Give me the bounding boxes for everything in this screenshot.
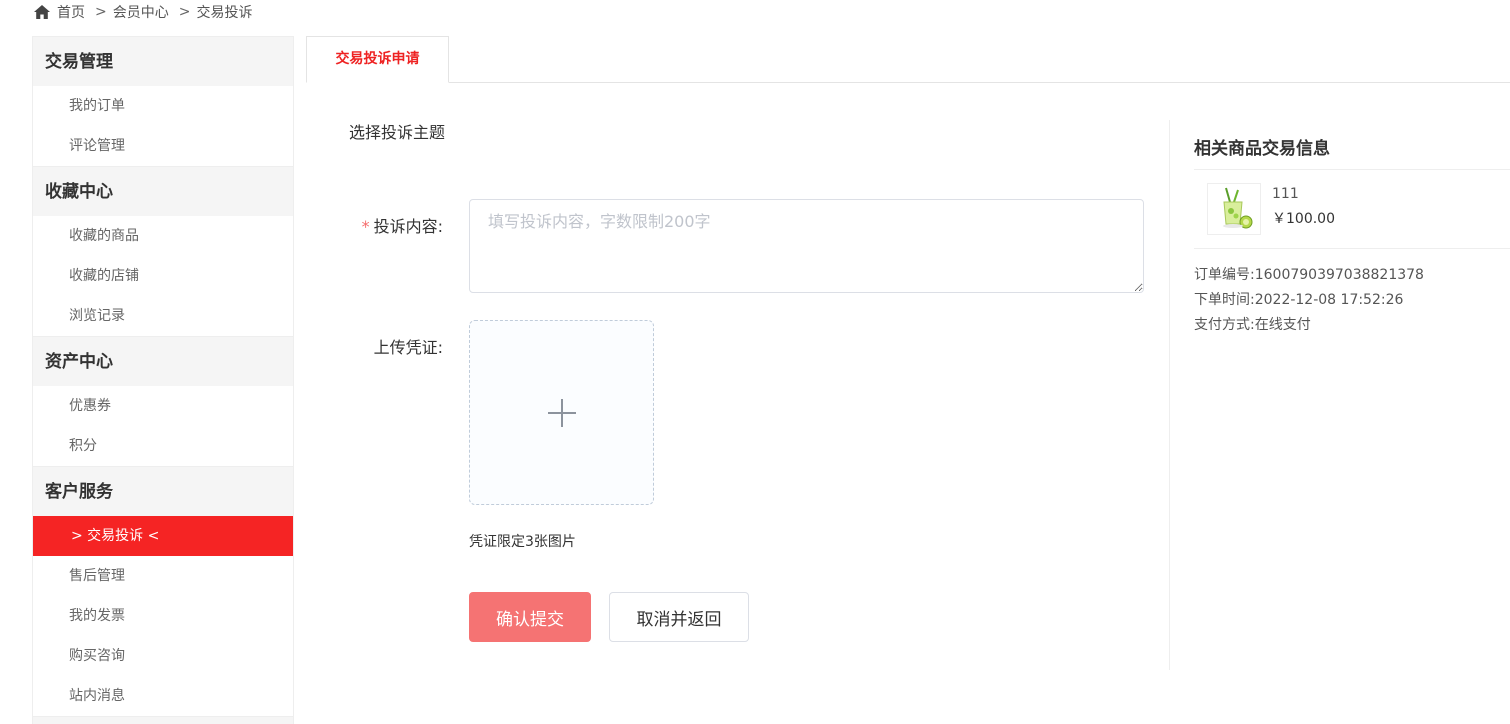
sidebar-group-title: 客户服务	[33, 466, 293, 516]
payment-method-label: 支付方式:	[1194, 317, 1255, 333]
sidebar-group-title: 资产中心	[33, 336, 293, 386]
sidebar-group-title: 收藏中心	[33, 166, 293, 216]
cancel-button[interactable]: 取消并返回	[609, 592, 749, 642]
breadcrumb-member-link[interactable]: 会员中心	[113, 2, 169, 22]
sidebar-item-review-management[interactable]: 评论管理	[33, 126, 293, 166]
breadcrumb-separator: >	[178, 4, 191, 20]
content-label: * 投诉内容:	[323, 213, 443, 237]
sidebar-item-favorite-goods[interactable]: 收藏的商品	[33, 216, 293, 256]
sidebar-item-my-invoices[interactable]: 我的发票	[33, 596, 293, 636]
submit-button[interactable]: 确认提交	[469, 592, 591, 642]
sidebar-item-points[interactable]: 积分	[33, 426, 293, 466]
tab-complaint-application[interactable]: 交易投诉申请	[306, 36, 449, 83]
upload-label: 上传凭证:	[373, 338, 443, 357]
sidebar-item-purchase-inquiry[interactable]: 购买咨询	[33, 636, 293, 676]
upload-evidence-button[interactable]	[469, 320, 654, 505]
divider	[1194, 169, 1510, 170]
sidebar-item-browse-history[interactable]: 浏览记录	[33, 296, 293, 336]
sidebar-item-coupons[interactable]: 优惠券	[33, 386, 293, 426]
home-icon[interactable]	[33, 4, 51, 20]
drink-image-icon	[1208, 184, 1260, 234]
goods-image[interactable]	[1207, 183, 1261, 235]
divider	[1194, 248, 1510, 249]
payment-method-row: 支付方式:在线支付	[1194, 314, 1311, 334]
complaint-topic-title[interactable]: 选择投诉主题	[349, 119, 445, 143]
plus-icon	[547, 398, 576, 427]
breadcrumb-current: 交易投诉	[196, 5, 253, 21]
breadcrumb-home-link[interactable]: 首页	[57, 2, 85, 22]
order-number-row: 订单编号:1600790397038821378	[1194, 264, 1424, 284]
goods-name[interactable]: 111	[1272, 186, 1299, 202]
sidebar-group-title: 交易管理	[33, 36, 293, 86]
order-info-panel: 相关商品交易信息 111 ￥100.00 订单编号:16007903970388…	[1169, 120, 1510, 670]
upload-tip: 凭证限定3张图片	[469, 534, 576, 550]
payment-method-value: 在线支付	[1254, 317, 1311, 333]
required-mark: *	[361, 217, 370, 236]
tab-bar: 交易投诉申请	[306, 36, 1510, 83]
sidebar-item-after-sales[interactable]: 售后管理	[33, 556, 293, 596]
order-info-title: 相关商品交易信息	[1194, 139, 1330, 159]
sidebar-group-title-partial	[33, 716, 293, 724]
complaint-content-input[interactable]	[469, 199, 1144, 293]
sidebar-item-my-orders[interactable]: 我的订单	[33, 86, 293, 126]
breadcrumb-separator: >	[95, 4, 107, 20]
goods-price: ￥100.00	[1272, 211, 1335, 227]
sidebar-item-site-messages[interactable]: 站内消息	[33, 676, 293, 716]
breadcrumb: 首页 > 会员中心 > 交易投诉	[33, 0, 252, 24]
order-number-value: 1600790397038821378	[1254, 267, 1424, 283]
sidebar: 交易管理 我的订单 评论管理 收藏中心 收藏的商品 收藏的店铺 浏览记录 资产中…	[32, 36, 294, 724]
order-time-row: 下单时间:2022-12-08 17:52:26	[1194, 289, 1403, 309]
content-label-text: 投诉内容:	[373, 217, 443, 236]
order-number-label: 订单编号:	[1194, 267, 1255, 283]
order-time-label: 下单时间:	[1194, 292, 1255, 308]
order-time-value: 2022-12-08 17:52:26	[1254, 292, 1404, 308]
sidebar-item-favorite-shops[interactable]: 收藏的店铺	[33, 256, 293, 296]
sidebar-item-trade-complaint[interactable]: > 交易投诉 <	[33, 516, 293, 556]
